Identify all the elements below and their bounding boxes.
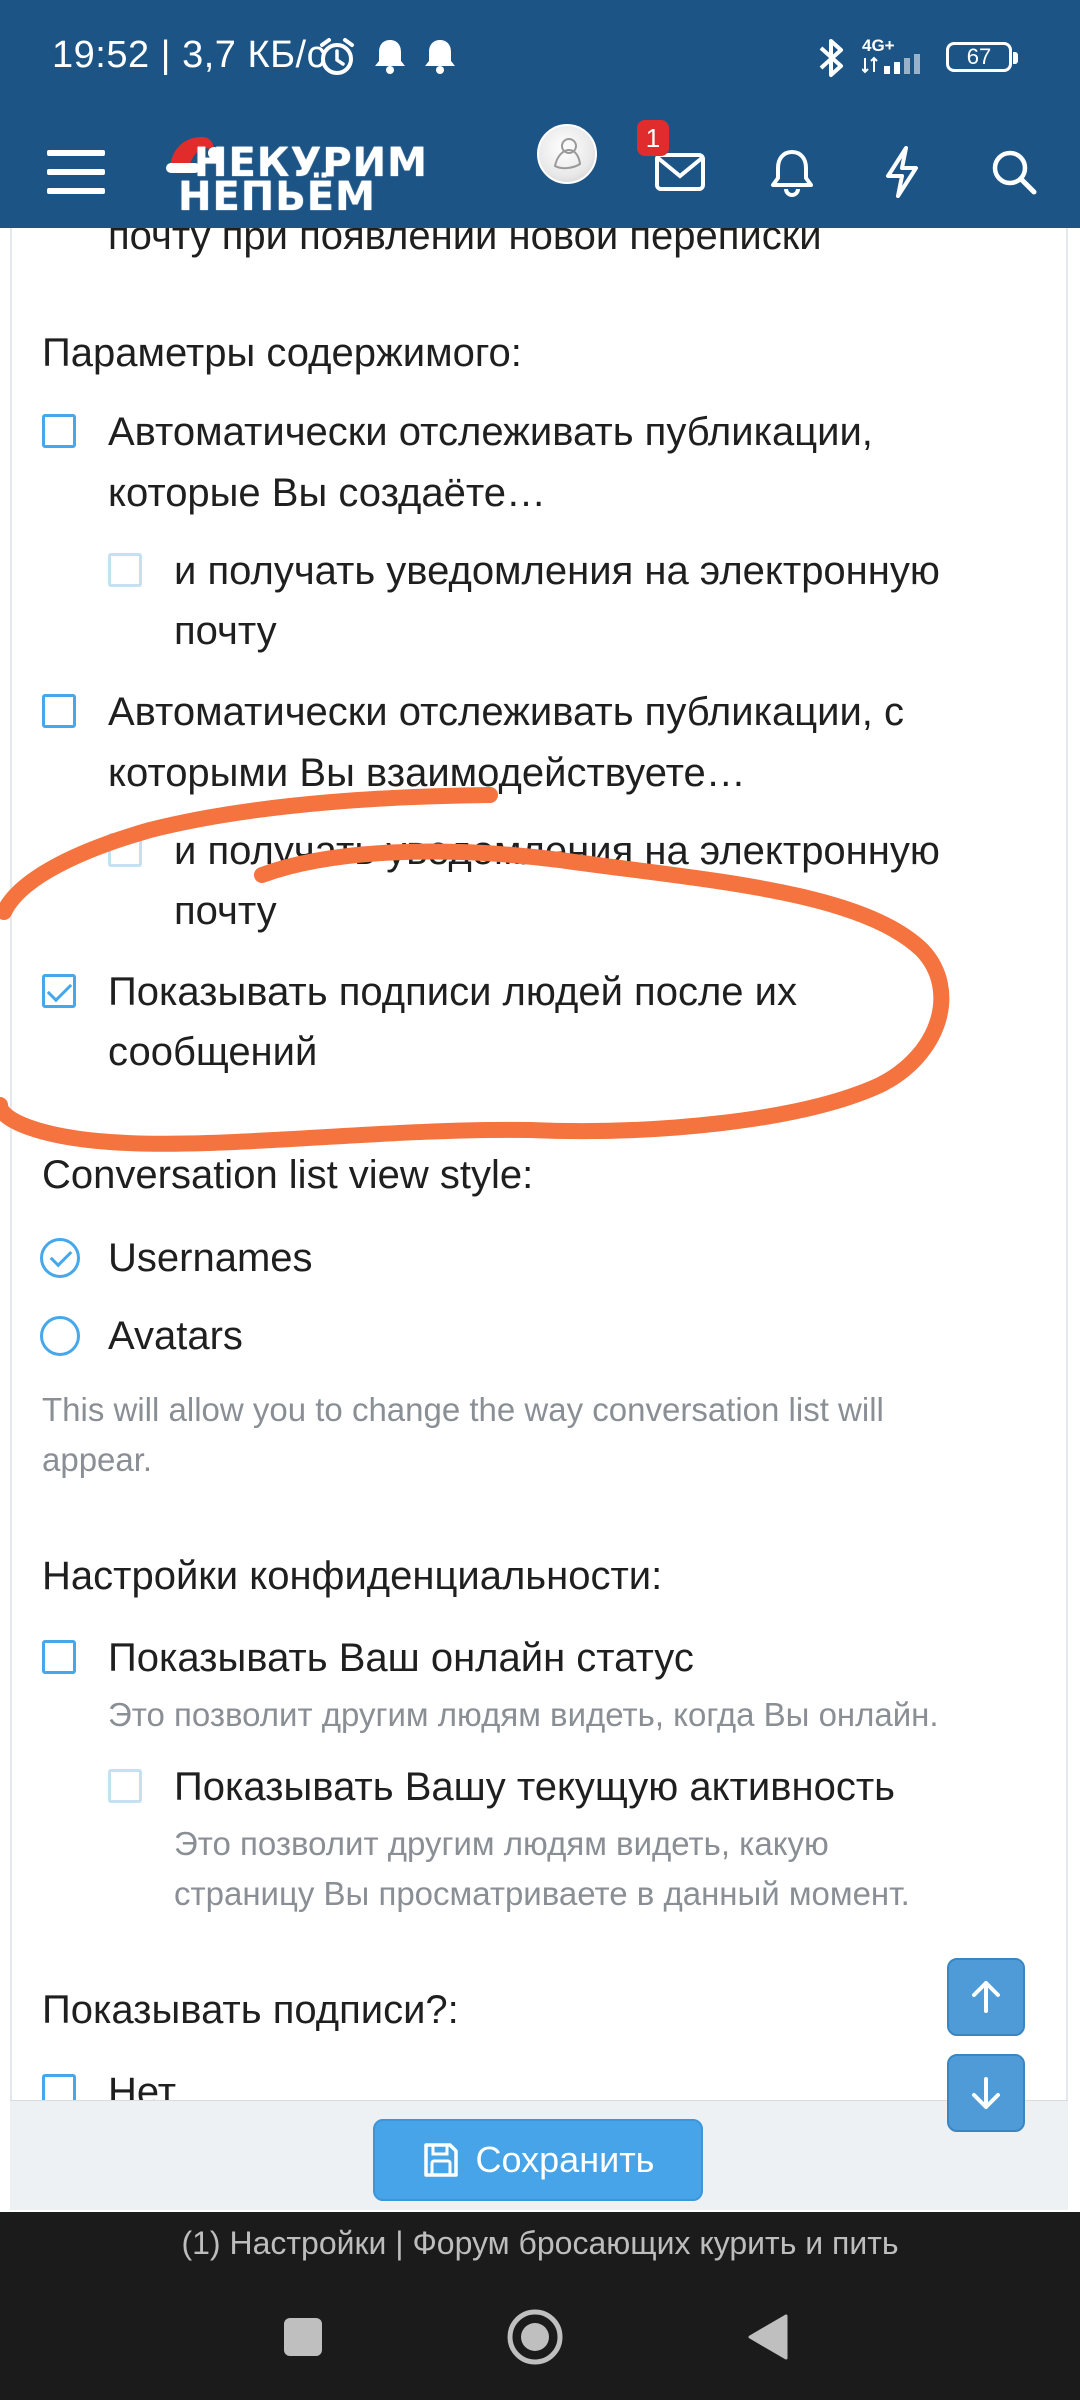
inbox-badge: 1: [637, 120, 669, 156]
alerts-button[interactable]: [752, 115, 832, 228]
conversation-style-heading: Conversation list view style:: [42, 1153, 534, 1197]
home-button[interactable]: [506, 2308, 564, 2371]
watch-interacted-label-2: которыми Вы взаимодействуете…: [108, 751, 746, 795]
battery-icon: 67: [946, 42, 1018, 72]
watch-created-checkbox[interactable]: [42, 414, 76, 448]
email-on-interacted-label-2: почту: [174, 889, 277, 933]
arrow-up-icon: [972, 1981, 1000, 2013]
email-on-interacted-checkbox[interactable]: [108, 833, 142, 867]
menu-icon: [47, 149, 105, 194]
back-triangle-icon: [748, 2314, 788, 2360]
usernames-radio[interactable]: [40, 1238, 80, 1278]
back-button[interactable]: [746, 2312, 790, 2367]
search-icon: [992, 150, 1037, 194]
signatures-no-label: Нет: [108, 2070, 177, 2100]
email-on-created-label-1: и получать уведомления на электронную: [174, 549, 940, 593]
whats-new-button[interactable]: [862, 115, 942, 228]
watch-created-label-2: которые Вы создаёте…: [108, 471, 546, 515]
preferences-form: почту при появлении новой переписки Пара…: [10, 228, 1068, 2100]
email-on-created-checkbox[interactable]: [108, 553, 142, 587]
floppy-disk-icon: [423, 2143, 458, 2177]
search-button[interactable]: [974, 115, 1054, 228]
signal-icon: [861, 52, 932, 79]
site-logo[interactable]: НЕКУРИМ НЕПЬЁМ: [164, 129, 427, 220]
site-header: НЕКУРИМ НЕПЬЁМ: [0, 115, 1080, 228]
bell-icon: [372, 36, 408, 81]
bell-icon: [771, 149, 813, 197]
clipped-option-text: почту при появлении новой переписки: [108, 228, 822, 258]
activity-checkbox[interactable]: [108, 1769, 142, 1803]
scroll-up-button[interactable]: [947, 1958, 1025, 2036]
show-signatures-checkbox[interactable]: [42, 974, 76, 1008]
bell-icon: [422, 36, 458, 81]
recent-apps-button[interactable]: [282, 2316, 324, 2363]
status-time: 19:52 | 3,7 КБ/с: [52, 34, 327, 76]
activity-label: Показывать Вашу текущую активность: [174, 1765, 895, 1809]
bluetooth-icon: [814, 36, 848, 85]
logo-line2: НЕПЬЁМ: [178, 174, 376, 220]
online-status-checkbox[interactable]: [42, 1640, 76, 1674]
arrow-down-icon: [972, 2077, 1000, 2109]
scroll-down-button[interactable]: [947, 2054, 1025, 2132]
mail-icon: [655, 152, 705, 191]
signatures-no-option[interactable]: [42, 2074, 76, 2100]
save-button-label: Сохранить: [475, 2139, 655, 2180]
tab-title: (1) Настройки | Форум бросающих курить и…: [0, 2212, 1080, 2274]
activity-hint-1: Это позволит другим людям видеть, какую: [174, 1825, 829, 1862]
conversation-style-hint-2: appear.: [42, 1441, 153, 1478]
lightning-icon: [886, 145, 918, 198]
form-submit-bar: Сохранить: [10, 2100, 1068, 2210]
watch-interacted-label-1: Автоматически отслеживать публикации, с: [108, 690, 905, 734]
status-bar: 19:52 | 3,7 КБ/с 4G+ 67: [0, 0, 1080, 115]
email-on-interacted-label-1: и получать уведомления на электронную: [174, 829, 940, 873]
content-options-heading: Параметры содержимого:: [42, 331, 522, 375]
privacy-heading: Настройки конфиденциальности:: [42, 1554, 663, 1598]
avatars-label: Avatars: [108, 1314, 243, 1358]
system-nav-bar: [0, 2274, 1080, 2400]
show-signatures-label-2: сообщений: [108, 1030, 318, 1074]
activity-hint-2: страницу Вы просматриваете в данный моме…: [174, 1875, 910, 1912]
online-status-label: Показывать Ваш онлайн статус: [108, 1636, 694, 1680]
email-on-created-label-2: почту: [174, 609, 277, 653]
online-status-hint: Это позволит другим людям видеть, когда …: [108, 1696, 939, 1733]
avatars-radio[interactable]: [40, 1316, 80, 1356]
avatar[interactable]: [537, 124, 597, 184]
watch-created-label-1: Автоматически отслеживать публикации,: [108, 410, 873, 454]
square-icon: [284, 2318, 322, 2356]
watch-interacted-checkbox[interactable]: [42, 694, 76, 728]
home-circle-icon: [507, 2309, 563, 2365]
save-button[interactable]: Сохранить: [373, 2119, 703, 2201]
show-signatures-label-1: Показывать подписи людей после их: [108, 970, 797, 1014]
signatures-heading: Показывать подписи?:: [42, 1988, 459, 2032]
conversation-style-hint-1: This will allow you to change the way co…: [42, 1391, 884, 1428]
menu-button[interactable]: [36, 115, 116, 228]
usernames-label: Usernames: [108, 1236, 313, 1280]
alarm-icon: [316, 36, 358, 83]
